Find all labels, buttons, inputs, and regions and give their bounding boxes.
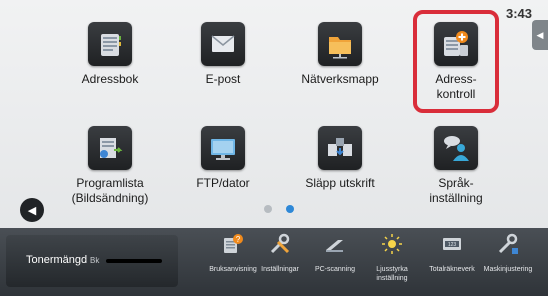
tile-network-folder[interactable]: Nätverksmapp — [290, 22, 390, 122]
page-dot-2[interactable] — [286, 205, 294, 213]
tile-label: Språk-inställning — [429, 176, 483, 205]
tile-label: E-post — [205, 72, 241, 86]
program-list-icon — [88, 126, 132, 170]
tile-label: Nätverksmapp — [301, 72, 379, 86]
language-person-icon — [434, 126, 478, 170]
chevron-left-icon: ◀ — [536, 29, 544, 40]
clock: 3:43 — [506, 6, 533, 21]
settings-button[interactable]: Inställningar — [250, 228, 310, 296]
settings-tools-icon — [270, 233, 290, 254]
bottom-bar: Tonermängd Bk ? Bruksanvisning Inställni… — [0, 228, 548, 296]
scanner-icon — [326, 240, 343, 252]
counter-icon: 123 — [443, 238, 461, 250]
toner-panel: Tonermängd Bk — [6, 235, 178, 287]
address-book-icon — [88, 22, 132, 66]
monitor-icon — [201, 126, 245, 170]
previous-page-button[interactable]: ◀ — [20, 198, 44, 222]
tile-label: Släpp utskrift — [305, 176, 375, 190]
tile-ftp-computer[interactable]: FTP/dator — [173, 126, 273, 226]
tile-release-print[interactable]: Släpp utskrift — [290, 126, 390, 226]
total-counter-button[interactable]: 123 Totalräkneverk — [422, 228, 482, 296]
tile-label: FTP/dator — [196, 176, 250, 190]
machine-adjust-label: Maskinjustering — [483, 266, 533, 273]
folder-icon — [318, 22, 362, 66]
release-print-icon — [318, 126, 362, 170]
manual-icon: ? — [224, 234, 243, 253]
brightness-button[interactable]: Ljusstyrka inställning — [362, 228, 422, 296]
side-panel-tab[interactable]: ◀ — [532, 20, 548, 50]
toner-color-label: Bk — [90, 256, 100, 265]
page-dot-1[interactable] — [264, 205, 272, 213]
toner-level-bar — [106, 259, 162, 263]
pc-scanning-button[interactable]: PC-scanning — [305, 228, 365, 296]
tile-label: Programlista (Bildsändning) — [71, 176, 149, 205]
highlight-frame — [413, 10, 499, 113]
envelope-icon — [201, 22, 245, 66]
home-screen: 3:43 ◀ Adressbok E-post Nätverksmapp Adr… — [0, 0, 548, 296]
svg-text:?: ? — [236, 235, 241, 244]
machine-adjust-button[interactable]: Maskinjustering — [478, 228, 538, 296]
tile-program-list[interactable]: Programlista (Bildsändning) — [60, 126, 160, 226]
chevron-left-icon: ◀ — [27, 204, 37, 217]
tile-email[interactable]: E-post — [173, 22, 273, 122]
svg-text:123: 123 — [448, 242, 457, 248]
tile-label: Adressbok — [81, 72, 139, 86]
toner-label: Tonermängd — [26, 254, 88, 266]
brightness-icon — [382, 234, 402, 254]
tile-language-setting[interactable]: Språk-inställning — [406, 126, 506, 226]
tile-address-book[interactable]: Adressbok — [60, 22, 160, 122]
machine-adjust-icon — [498, 233, 518, 254]
